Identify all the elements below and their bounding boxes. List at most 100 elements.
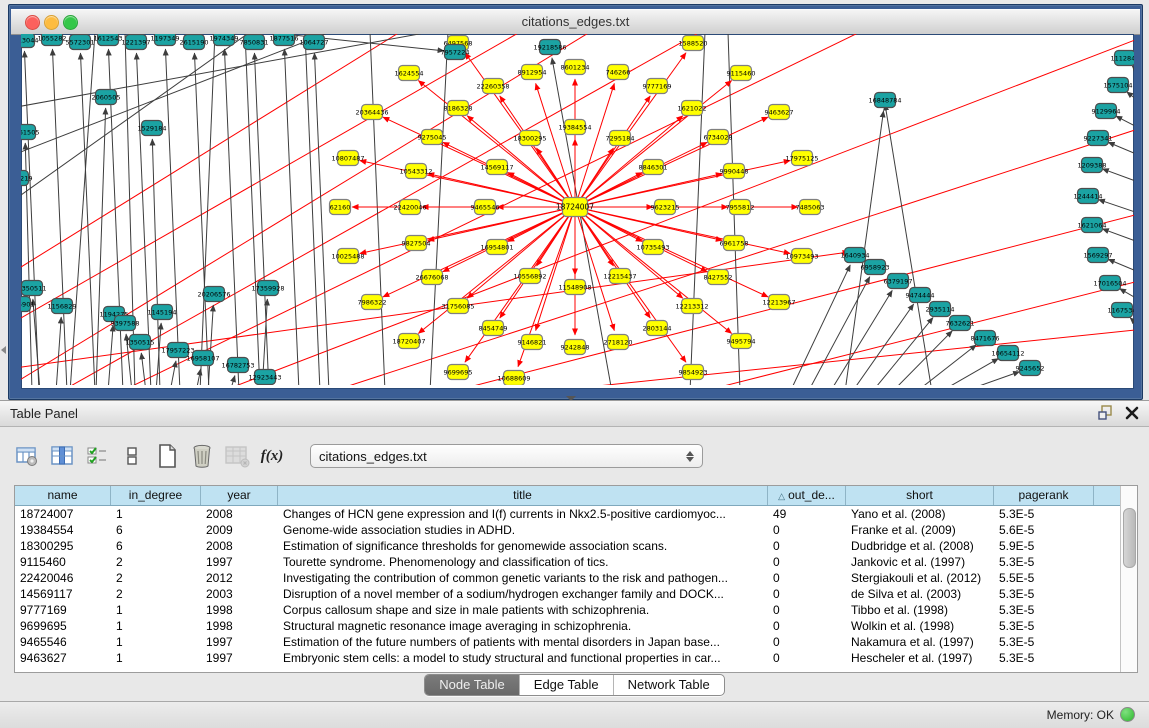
table-cell[interactable]: 1998 (201, 602, 278, 618)
table-cell[interactable]: Tourette syndrome. Phenomenology and cla… (278, 554, 768, 570)
new-document-button[interactable] (154, 443, 180, 469)
table-chooser-dropdown[interactable]: citations_edges.txt (310, 444, 703, 468)
close-panel-icon[interactable] (1125, 406, 1139, 420)
memory-status-indicator[interactable] (1120, 707, 1135, 722)
table-cell[interactable]: 5.9E-5 (994, 538, 1094, 554)
float-panel-icon[interactable] (1098, 405, 1113, 420)
column-header-out-de-[interactable]: △out_de... (768, 486, 846, 505)
table-vertical-scrollbar[interactable] (1120, 486, 1137, 672)
table-cell[interactable]: Jankovic et al. (1997) (846, 554, 994, 570)
table-cell[interactable]: 2 (111, 586, 201, 602)
table-cell[interactable]: 1 (111, 634, 201, 650)
table-cell[interactable]: Yano et al. (2008) (846, 506, 994, 522)
table-cell[interactable]: 0 (768, 554, 846, 570)
table-cell[interactable]: 18300295 (15, 538, 111, 554)
table-cell[interactable]: 5.5E-5 (994, 570, 1094, 586)
table-cell[interactable]: 0 (768, 538, 846, 554)
table-cell[interactable]: 6 (111, 538, 201, 554)
table-cell[interactable]: 2012 (201, 570, 278, 586)
network-canvas[interactable] (21, 34, 1134, 389)
table-row[interactable]: 1456911722003Disruption of a novel membe… (15, 586, 1137, 602)
table-cell[interactable]: Tibbo et al. (1998) (846, 602, 994, 618)
table-cell[interactable]: 5.3E-5 (994, 602, 1094, 618)
left-collapse-arrow-icon[interactable] (1, 346, 6, 354)
table-cell[interactable]: 1 (111, 618, 201, 634)
table-cell[interactable]: 2008 (201, 506, 278, 522)
table-cell[interactable]: 0 (768, 570, 846, 586)
table-cell[interactable]: 22420046 (15, 570, 111, 586)
table-cell[interactable]: 14569117 (15, 586, 111, 602)
table-cell[interactable]: 5.3E-5 (994, 506, 1094, 522)
rows-button[interactable] (119, 443, 145, 469)
table-cell[interactable]: Estimation of significance thresholds fo… (278, 538, 768, 554)
checklist-button[interactable] (84, 443, 110, 469)
column-header-pagerank[interactable]: pagerank (994, 486, 1094, 505)
table-row[interactable]: 977716911998Corpus callosum shape and si… (15, 602, 1137, 618)
table-row[interactable]: 2242004622012Investigating the contribut… (15, 570, 1137, 586)
table-cell[interactable]: Changes of HCN gene expression and I(f) … (278, 506, 768, 522)
table-row[interactable]: 969969511998Structural magnetic resonanc… (15, 618, 1137, 634)
table-cell[interactable]: Disruption of a novel member of a sodium… (278, 586, 768, 602)
table-cell[interactable]: 0 (768, 522, 846, 538)
table-settings-button[interactable] (14, 443, 40, 469)
table-cell[interactable]: 2003 (201, 586, 278, 602)
column-header-title[interactable]: title (278, 486, 768, 505)
table-row[interactable]: 946554611997Estimation of the future num… (15, 634, 1137, 650)
table-cell[interactable]: Wolkin et al. (1998) (846, 618, 994, 634)
column-header-short[interactable]: short (846, 486, 994, 505)
table-cell[interactable]: 1997 (201, 554, 278, 570)
table-cell[interactable]: Investigating the contribution of common… (278, 570, 768, 586)
table-cell[interactable]: 1998 (201, 618, 278, 634)
table-cell[interactable]: Embryonic stem cells: a model to study s… (278, 650, 768, 666)
table-cell[interactable]: Hescheler et al. (1997) (846, 650, 994, 666)
table-cell[interactable]: 49 (768, 506, 846, 522)
table-cell[interactable]: Estimation of the future numbers of pati… (278, 634, 768, 650)
table-cell[interactable]: 1997 (201, 650, 278, 666)
table-cell[interactable]: 5.3E-5 (994, 650, 1094, 666)
table-cell[interactable]: 0 (768, 634, 846, 650)
table-cell[interactable]: 2 (111, 554, 201, 570)
table-cell[interactable]: 1 (111, 506, 201, 522)
column-header-name[interactable]: name (15, 486, 111, 505)
table-cell[interactable]: Stergiakouli et al. (2012) (846, 570, 994, 586)
column-header-year[interactable]: year (201, 486, 278, 505)
table-cell[interactable]: 5.6E-5 (994, 522, 1094, 538)
table-cell[interactable]: 2008 (201, 538, 278, 554)
table-cell[interactable]: 1 (111, 650, 201, 666)
table-cell[interactable]: Genome-wide association studies in ADHD. (278, 522, 768, 538)
delete-button[interactable] (189, 443, 215, 469)
table-cell[interactable]: 0 (768, 586, 846, 602)
table-cell[interactable]: 1997 (201, 634, 278, 650)
table-row[interactable]: 946362711997Embryonic stem cells: a mode… (15, 650, 1137, 666)
import-table-button[interactable] (224, 443, 250, 469)
table-cell[interactable]: 5.3E-5 (994, 554, 1094, 570)
table-cell[interactable]: 5.3E-5 (994, 586, 1094, 602)
table-cell[interactable]: 0 (768, 618, 846, 634)
table-cell[interactable]: 0 (768, 602, 846, 618)
table-cell[interactable]: Dudbridge et al. (2008) (846, 538, 994, 554)
table-row[interactable]: 911546021997Tourette syndrome. Phenomeno… (15, 554, 1137, 570)
table-cell[interactable]: 5.3E-5 (994, 618, 1094, 634)
table-cell[interactable]: de Silva et al. (2003) (846, 586, 994, 602)
table-row[interactable]: 1830029562008Estimation of significance … (15, 538, 1137, 554)
table-cell[interactable]: 6 (111, 522, 201, 538)
function-builder-button[interactable]: f(x) (259, 443, 285, 469)
scrollbar-thumb[interactable] (1123, 508, 1136, 568)
select-columns-button[interactable] (49, 443, 75, 469)
network-window-titlebar[interactable]: citations_edges.txt (11, 9, 1140, 35)
table-cell[interactable]: 1 (111, 602, 201, 618)
table-cell[interactable]: Structural magnetic resonance image aver… (278, 618, 768, 634)
table-cell[interactable]: 5.3E-5 (994, 634, 1094, 650)
tab-network-table[interactable]: Network Table (614, 675, 724, 695)
table-cell[interactable]: 9465546 (15, 634, 111, 650)
tab-edge-table[interactable]: Edge Table (520, 675, 614, 695)
table-cell[interactable]: 19384554 (15, 522, 111, 538)
table-cell[interactable]: 9463627 (15, 650, 111, 666)
column-header-in-degree[interactable]: in_degree (111, 486, 201, 505)
table-cell[interactable]: 18724007 (15, 506, 111, 522)
table-cell[interactable]: Franke et al. (2009) (846, 522, 994, 538)
table-cell[interactable]: 2 (111, 570, 201, 586)
table-cell[interactable]: 9699695 (15, 618, 111, 634)
table-cell[interactable]: Corpus callosum shape and size in male p… (278, 602, 768, 618)
table-row[interactable]: 1938455462009Genome-wide association stu… (15, 522, 1137, 538)
